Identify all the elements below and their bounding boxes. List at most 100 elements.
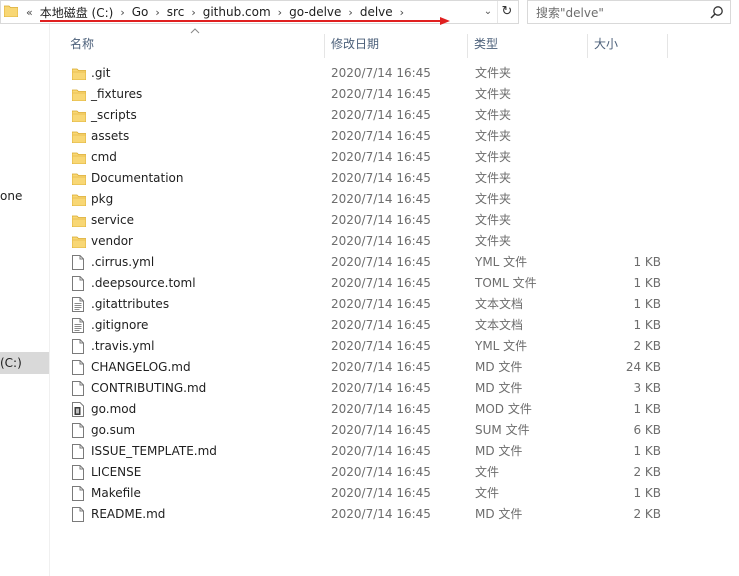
column-header-size[interactable]: 大小	[588, 30, 668, 58]
folder-icon	[71, 87, 88, 103]
file-row[interactable]: ISSUE_TEMPLATE.md 2020/7/14 16:45 MD 文件 1 K…	[63, 441, 673, 462]
file-type: 文件夹	[475, 87, 512, 101]
file-date: 2020/7/14 16:45	[331, 381, 431, 395]
file-type: YML 文件	[475, 255, 528, 269]
file-date: 2020/7/14 16:45	[331, 129, 431, 143]
file-date: 2020/7/14 16:45	[331, 402, 431, 416]
file-name: ISSUE_TEMPLATE.md	[91, 444, 217, 458]
folder-icon	[71, 192, 88, 208]
file-name: pkg	[91, 192, 114, 206]
file-icon	[72, 423, 88, 439]
file-name: cmd	[91, 150, 117, 164]
file-size: 2 KB	[633, 465, 661, 479]
file-row[interactable]: assets 2020/7/14 16:45 文件夹	[63, 126, 673, 147]
file-row[interactable]: cmd 2020/7/14 16:45 文件夹	[63, 147, 673, 168]
column-header-date[interactable]: 修改日期	[325, 30, 468, 58]
column-header-type[interactable]: 类型	[468, 30, 588, 58]
file-type: 文件夹	[475, 108, 512, 122]
file-row[interactable]: README.md 2020/7/14 16:45 MD 文件 2 KB	[63, 504, 673, 525]
file-type: 文件	[475, 465, 500, 479]
mod-file-icon	[72, 402, 88, 418]
refresh-icon[interactable]: ↻	[497, 1, 516, 23]
file-row[interactable]: go.mod 2020/7/14 16:45 MOD 文件 1 KB	[63, 399, 673, 420]
file-icon	[72, 486, 88, 502]
file-row[interactable]: .gitignore 2020/7/14 16:45 文本文档 1 KB	[63, 315, 673, 336]
file-row[interactable]: .travis.yml 2020/7/14 16:45 YML 文件 2 KB	[63, 336, 673, 357]
file-name: .gitattributes	[91, 297, 170, 311]
file-type: 文件夹	[475, 150, 512, 164]
file-type: SUM 文件	[475, 423, 530, 437]
column-header-name[interactable]: 名称	[63, 30, 325, 58]
file-row[interactable]: Makefile 2020/7/14 16:45 文件 1 KB	[63, 483, 673, 504]
file-row[interactable]: go.sum 2020/7/14 16:45 SUM 文件 6 KB	[63, 420, 673, 441]
folder-icon	[71, 171, 88, 187]
file-date: 2020/7/14 16:45	[331, 297, 431, 311]
file-date: 2020/7/14 16:45	[331, 108, 431, 122]
file-date: 2020/7/14 16:45	[331, 234, 431, 248]
file-name: .git	[91, 66, 111, 80]
file-icon	[72, 276, 88, 292]
file-name: vendor	[91, 234, 133, 248]
file-row[interactable]: Documentation 2020/7/14 16:45 文件夹	[63, 168, 673, 189]
file-row[interactable]: CONTRIBUTING.md 2020/7/14 16:45 MD 文件 3 KB	[63, 378, 673, 399]
file-row[interactable]: .cirrus.yml 2020/7/14 16:45 YML 文件 1 KB	[63, 252, 673, 273]
file-size: 2 KB	[633, 339, 661, 353]
file-row[interactable]: LICENSE 2020/7/14 16:45 文件 2 KB	[63, 462, 673, 483]
file-name: LICENSE	[91, 465, 142, 479]
file-type: 文件夹	[475, 213, 512, 227]
file-size: 6 KB	[633, 423, 661, 437]
file-name: go.sum	[91, 423, 136, 437]
file-size: 1 KB	[633, 318, 661, 332]
search-box[interactable]	[527, 0, 731, 24]
file-size: 1 KB	[633, 486, 661, 500]
file-type: 文件夹	[475, 171, 512, 185]
file-date: 2020/7/14 16:45	[331, 171, 431, 185]
file-name: _fixtures	[91, 87, 143, 101]
file-date: 2020/7/14 16:45	[331, 465, 431, 479]
file-type: MD 文件	[475, 444, 523, 458]
file-icon	[72, 465, 88, 481]
file-icon	[72, 339, 88, 355]
file-size: 1 KB	[633, 444, 661, 458]
file-row[interactable]: .gitattributes 2020/7/14 16:45 文本文档 1 KB	[63, 294, 673, 315]
breadcrumb-overflow[interactable]: «	[21, 6, 38, 19]
search-input[interactable]	[534, 3, 708, 23]
file-row[interactable]: vendor 2020/7/14 16:45 文件夹	[63, 231, 673, 252]
file-size: 1 KB	[633, 276, 661, 290]
file-name: service	[91, 213, 134, 227]
chevron-down-icon[interactable]: ⌄	[480, 1, 496, 23]
file-name: .gitignore	[91, 318, 149, 332]
file-date: 2020/7/14 16:45	[331, 486, 431, 500]
file-row[interactable]: service 2020/7/14 16:45 文件夹	[63, 210, 673, 231]
file-date: 2020/7/14 16:45	[331, 66, 431, 80]
file-date: 2020/7/14 16:45	[331, 318, 431, 332]
file-type: MD 文件	[475, 507, 523, 521]
file-date: 2020/7/14 16:45	[331, 360, 431, 374]
file-name: _scripts	[91, 108, 137, 122]
file-row[interactable]: .git 2020/7/14 16:45 文件夹	[63, 63, 673, 84]
column-header-name-label: 名称	[70, 37, 95, 51]
text-file-icon	[72, 318, 88, 334]
file-name: .deepsource.toml	[91, 276, 196, 290]
file-size: 1 KB	[633, 255, 661, 269]
file-date: 2020/7/14 16:45	[331, 255, 431, 269]
file-list: .git 2020/7/14 16:45 文件夹 _fixtures 2020/7/14…	[63, 63, 673, 525]
file-name: .travis.yml	[91, 339, 155, 353]
nav-item-onedrive[interactable]: one	[0, 188, 49, 204]
file-row[interactable]: _scripts 2020/7/14 16:45 文件夹	[63, 105, 673, 126]
search-icon[interactable]	[710, 5, 724, 19]
file-type: 文件夹	[475, 234, 512, 248]
file-icon	[72, 507, 88, 523]
file-row[interactable]: .deepsource.toml 2020/7/14 16:45 TOML 文件 1 …	[63, 273, 673, 294]
file-date: 2020/7/14 16:45	[331, 276, 431, 290]
file-size: 3 KB	[633, 381, 661, 395]
file-type: MD 文件	[475, 381, 523, 395]
file-name: CHANGELOG.md	[91, 360, 191, 374]
nav-item-drive-c[interactable]: (C:)	[0, 352, 49, 374]
file-row[interactable]: CHANGELOG.md 2020/7/14 16:45 MD 文件 24 KB	[63, 357, 673, 378]
file-row[interactable]: _fixtures 2020/7/14 16:45 文件夹	[63, 84, 673, 105]
sort-ascending-icon	[190, 28, 200, 34]
file-name: README.md	[91, 507, 166, 521]
file-row[interactable]: pkg 2020/7/14 16:45 文件夹	[63, 189, 673, 210]
text-file-icon	[72, 297, 88, 313]
